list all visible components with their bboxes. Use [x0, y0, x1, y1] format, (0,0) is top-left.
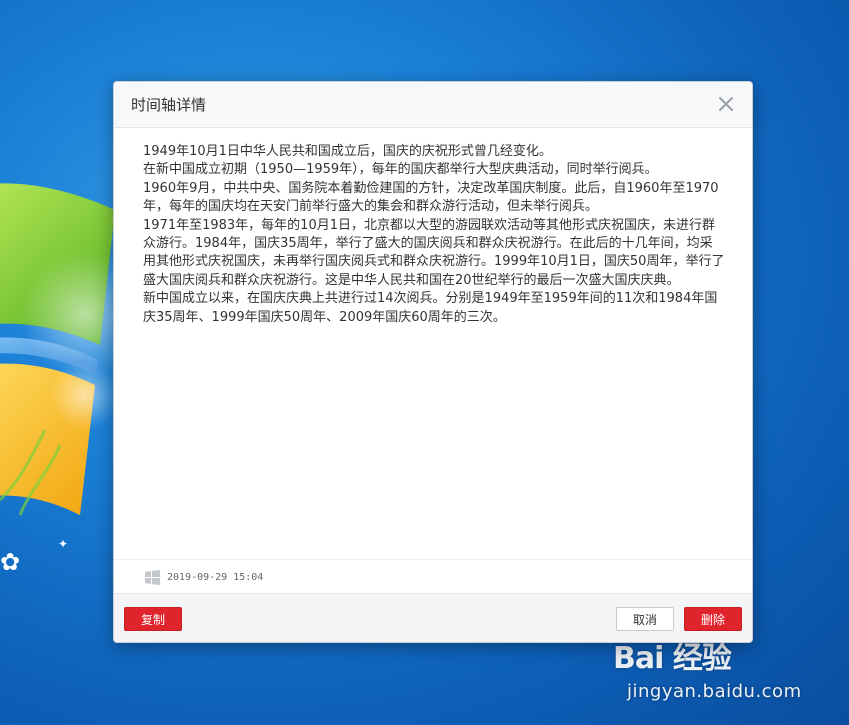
watermark-url: jingyan.baidu.com — [627, 681, 802, 702]
timeline-detail-dialog: 时间轴详情 1949年10月1日中华人民共和国成立后，国庆的庆祝形式曾几经变化。… — [113, 81, 753, 643]
timestamp: 2019-09-29 15:04 — [167, 572, 264, 583]
dialog-content: 1949年10月1日中华人民共和国成立后，国庆的庆祝形式曾几经变化。 在新中国成… — [143, 143, 725, 327]
close-icon — [719, 97, 733, 111]
content-paragraph: 在新中国成立初期（1950—1959年），每年的国庆都举行大型庆典活动，同时举行… — [143, 162, 658, 178]
baidu-jingyan-watermark: Bai 经验 jingyan.baidu.com — [613, 633, 813, 713]
flower-decoration: ✿ — [0, 548, 21, 576]
meta-row: 2019-09-29 15:04 — [114, 559, 752, 594]
cancel-button[interactable]: 取消 — [616, 607, 674, 631]
dialog-header: 时间轴详情 — [114, 82, 752, 128]
flower-decoration: ✦ — [58, 537, 69, 551]
content-paragraph: 1971年至1983年，每年的10月1日，北京都以大型的游园联欢活动等其他形式庆… — [143, 217, 725, 288]
copy-button[interactable]: 复制 — [124, 607, 182, 631]
content-paragraph: 新中国成立以来，在国庆庆典上共进行过14次阅兵。分别是1949年至1959年间的… — [143, 291, 718, 325]
delete-button[interactable]: 删除 — [684, 607, 742, 631]
dialog-footer: 复制 取消 删除 — [114, 593, 752, 642]
light-flare — [50, 360, 120, 430]
dialog-title: 时间轴详情 — [131, 96, 207, 114]
content-paragraph: 1960年9月，中共中央、国务院本着勤俭建国的方针，决定改革国庆制度。此后，自1… — [143, 180, 719, 215]
close-button[interactable] — [716, 94, 736, 114]
windows-icon — [145, 570, 160, 585]
content-paragraph: 1949年10月1日中华人民共和国成立后，国庆的庆祝形式曾几经变化。 — [143, 144, 552, 159]
